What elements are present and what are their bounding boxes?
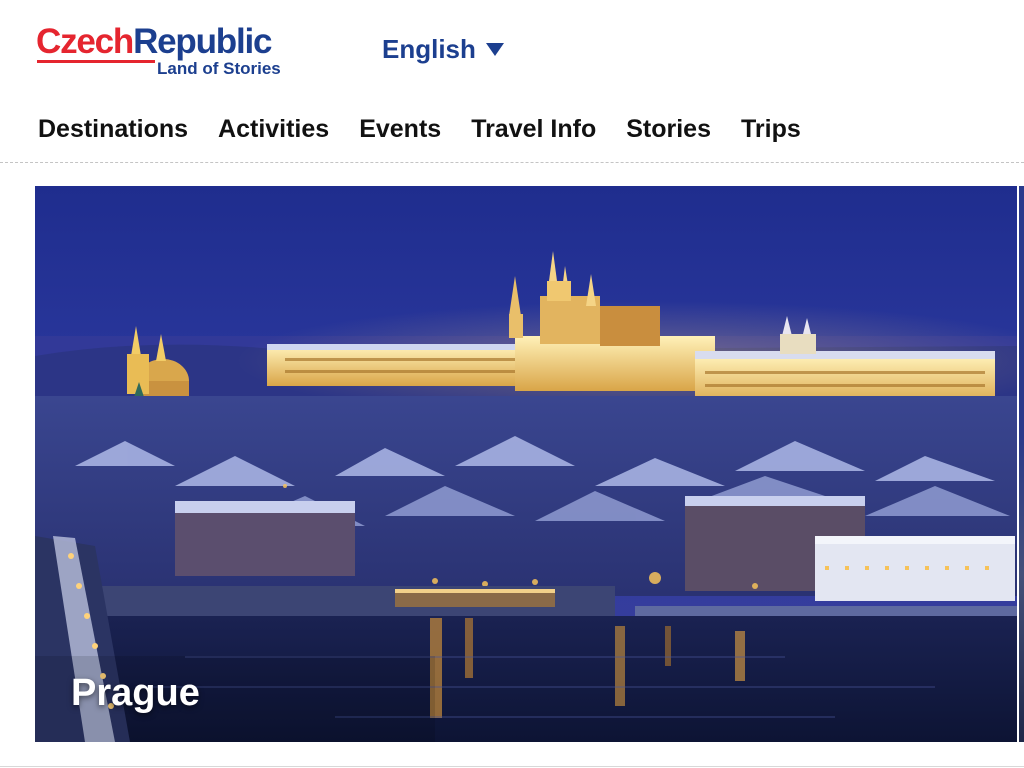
- hero-image: [35, 186, 1017, 742]
- nav-item-activities[interactable]: Activities: [218, 110, 329, 148]
- bottom-divider: [0, 766, 1024, 767]
- logo-underline: [37, 60, 155, 63]
- hero-caption: Prague: [71, 672, 200, 714]
- nav-item-stories[interactable]: Stories: [626, 110, 711, 148]
- chevron-down-icon: [485, 42, 504, 56]
- logo-wordmark: CzechRepublic: [36, 22, 272, 62]
- nav-item-trips[interactable]: Trips: [741, 110, 801, 148]
- nav-item-events[interactable]: Events: [359, 110, 441, 148]
- site-logo[interactable]: CzechRepublic Land of Stories: [36, 22, 336, 84]
- logo-word-czech: Czech: [36, 22, 134, 61]
- nav-divider: [0, 162, 1024, 163]
- logo-tagline: Land of Stories: [157, 59, 281, 78]
- language-label: English: [382, 33, 476, 64]
- language-selector[interactable]: English: [382, 33, 504, 65]
- site-header: CzechRepublic Land of Stories English: [0, 0, 1024, 100]
- nav-item-travel-info[interactable]: Travel Info: [471, 110, 596, 148]
- nav-item-destinations[interactable]: Destinations: [38, 110, 188, 148]
- logo-word-republic: Republic: [133, 22, 272, 61]
- main-nav: Destinations Activities Events Travel In…: [38, 110, 801, 148]
- next-card-peek[interactable]: [1019, 186, 1024, 742]
- hero-card-prague[interactable]: Prague: [35, 186, 1017, 742]
